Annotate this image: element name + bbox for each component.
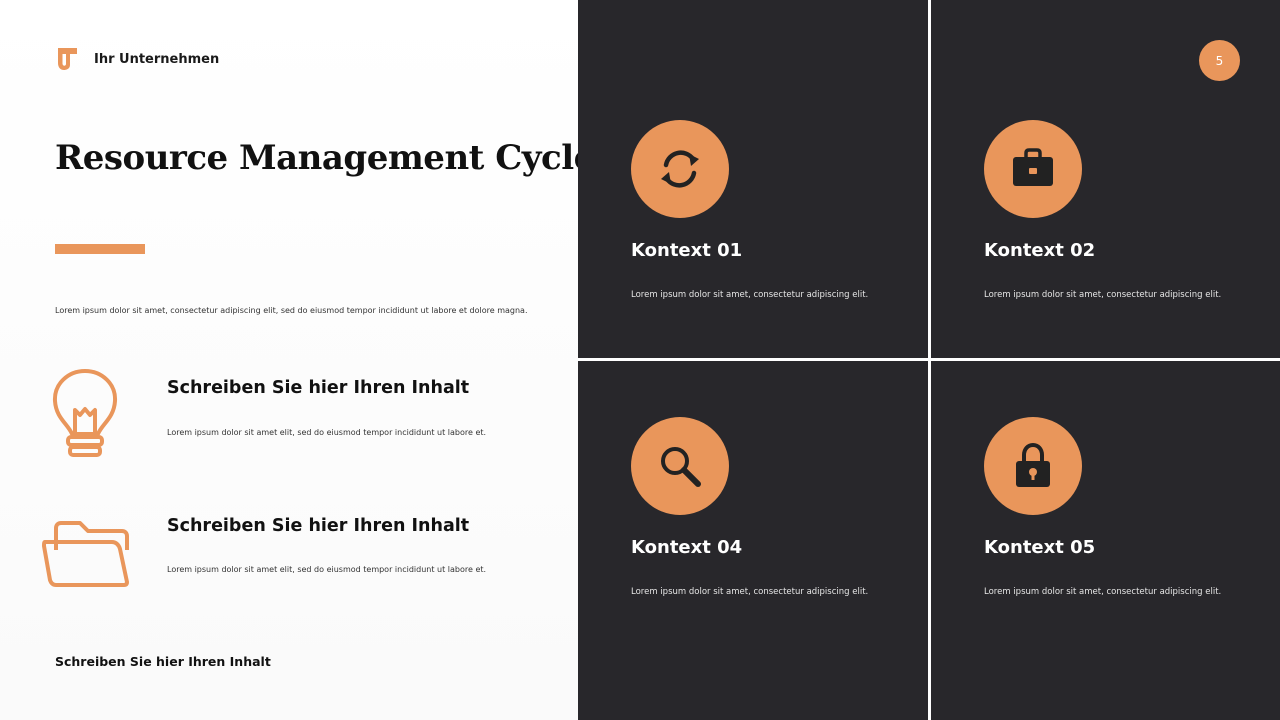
page-number-badge: 5 [1199, 40, 1240, 81]
accent-divider [55, 244, 145, 254]
refresh-cycle-icon [661, 150, 699, 188]
intro-text: Lorem ipsum dolor sit amet, consectetur … [55, 306, 528, 315]
search-icon [661, 447, 701, 487]
context-tile-5: Kontext 05 Lorem ipsum dolor sit amet, c… [931, 361, 1280, 720]
brand-logo-icon [58, 48, 77, 70]
context-icon-circle [984, 417, 1082, 515]
context-tile-1: Kontext 01 Lorem ipsum dolor sit amet, c… [578, 0, 928, 358]
left-panel: Ihr Unternehmen Resource Management Cycl… [0, 0, 595, 720]
context-title-2: Kontext 02 [984, 240, 1096, 261]
feature-title-2: Schreiben Sie hier Ihren Inhalt [167, 516, 470, 536]
context-title-5: Kontext 05 [984, 537, 1096, 558]
brand: Ihr Unternehmen [55, 46, 219, 72]
footer-text: Schreiben Sie hier Ihren Inhalt [55, 654, 271, 669]
feature-desc-2: Lorem ipsum dolor sit amet elit, sed do … [167, 565, 487, 574]
context-icon-circle [631, 120, 729, 218]
context-desc-1: Lorem ipsum dolor sit amet, consectetur … [631, 290, 869, 300]
lightbulb-icon [52, 369, 118, 457]
context-desc-5: Lorem ipsum dolor sit amet, consectetur … [984, 587, 1222, 597]
context-title-1: Kontext 01 [631, 240, 743, 261]
context-desc-4: Lorem ipsum dolor sit amet, consectetur … [631, 587, 869, 597]
context-grid: Kontext 01 Lorem ipsum dolor sit amet, c… [578, 0, 1280, 720]
brand-name: Ihr Unternehmen [94, 51, 220, 67]
context-title-4: Kontext 04 [631, 537, 743, 558]
briefcase-icon [1013, 148, 1053, 186]
lock-icon [1016, 442, 1050, 487]
feature-title-1: Schreiben Sie hier Ihren Inhalt [167, 378, 470, 398]
context-icon-circle [984, 120, 1082, 218]
feature-desc-1: Lorem ipsum dolor sit amet elit, sed do … [167, 428, 487, 437]
folder-icon [42, 521, 129, 587]
context-icon-circle [631, 417, 729, 515]
context-desc-2: Lorem ipsum dolor sit amet, consectetur … [984, 290, 1222, 300]
context-tile-4: Kontext 04 Lorem ipsum dolor sit amet, c… [578, 361, 928, 720]
page-title: Resource Management Cycle [55, 138, 595, 178]
